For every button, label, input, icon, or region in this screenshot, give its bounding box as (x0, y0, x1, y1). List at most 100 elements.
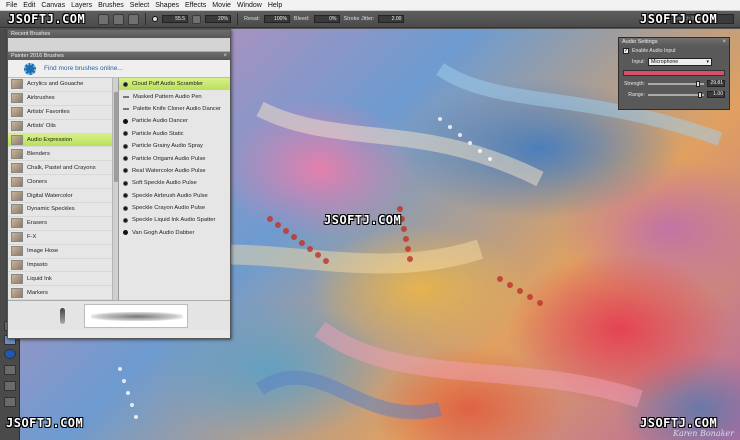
stroke-mode-icon[interactable] (128, 13, 139, 25)
variant-item[interactable]: Masked Pattern Audio Pen (119, 90, 230, 102)
category-item[interactable]: Dynamic Speckles (8, 203, 118, 217)
variant-item[interactable]: Palette Knife Cloner Audio Dancer (119, 103, 230, 115)
variant-item[interactable]: Speckle Liquid Ink Audio Spatter (119, 214, 230, 226)
variant-item[interactable]: Particle Grainy Audio Spray (119, 140, 230, 152)
variant-label: Particle Audio Dancer (132, 118, 188, 125)
menu-movie[interactable]: Movie (212, 2, 231, 9)
strength-slider[interactable] (648, 80, 704, 87)
category-item[interactable]: Cloners (8, 175, 118, 190)
brush-dab-icon (123, 230, 128, 236)
strength-slider-knob[interactable] (695, 80, 700, 87)
category-thumbnail-icon (11, 162, 23, 173)
close-icon[interactable]: × (722, 38, 726, 46)
menu-shapes[interactable]: Shapes (155, 2, 179, 9)
audio-level-meter (623, 70, 725, 76)
toolbar-divider (237, 13, 238, 25)
opacity-icon[interactable] (192, 14, 201, 24)
variant-item[interactable]: Speckle Airbrush Audio Pulse (119, 190, 230, 202)
variant-label: Soft Speckle Audio Pulse (132, 180, 197, 187)
brush-library-panel: Recent Brushes Painter 2016 Brushes × Fi… (7, 29, 231, 339)
brush-lists: Acrylics and Gouache Airbrushes Artists'… (8, 78, 230, 301)
category-item[interactable]: Digital Watercolor (8, 189, 118, 204)
variant-item[interactable]: Particle Audio Static (119, 128, 230, 140)
recent-brushes-label: Recent Brushes (11, 31, 51, 37)
main-color-icon[interactable] (4, 349, 16, 359)
menu-file[interactable]: File (6, 2, 17, 9)
range-slider-knob[interactable] (698, 91, 703, 98)
range-value[interactable]: 1.00 (707, 91, 725, 98)
bleed-label: Bleed: (293, 16, 310, 22)
close-icon[interactable]: × (223, 52, 227, 60)
category-item[interactable]: Chalk, Pastel and Crayons (8, 161, 118, 176)
watermark: JSOFTJ.COM (640, 12, 718, 26)
category-item[interactable]: Artists' Favorites (8, 106, 118, 120)
category-item[interactable]: Acrylics and Gouache (8, 78, 118, 92)
input-label: Input: (632, 59, 645, 65)
brush-dab-icon (123, 217, 128, 223)
brush-dab-icon (123, 156, 128, 162)
variant-item[interactable]: Speckle Crayon Audio Pulse (119, 202, 230, 214)
menu-canvas[interactable]: Canvas (41, 2, 65, 9)
stroke-jitter-field[interactable]: 2.00 (378, 15, 405, 23)
size-dot-icon (152, 16, 158, 22)
category-label: Liquid Ink (27, 275, 52, 282)
category-item[interactable]: Erasers (8, 217, 118, 231)
category-label: Chalk, Pastel and Crayons (27, 164, 96, 171)
menu-brushes[interactable]: Brushes (98, 2, 124, 9)
category-label: Artists' Oils (27, 123, 56, 130)
brush-dab-icon (123, 118, 128, 124)
bleed-field[interactable]: 0% (313, 15, 340, 23)
category-thumbnail-icon (11, 287, 23, 298)
gear-icon (24, 62, 36, 75)
variant-item[interactable]: Van Gogh Audio Dabber (119, 227, 230, 239)
find-more-brushes-link[interactable]: Find more brushes online... (44, 65, 123, 72)
variant-item[interactable]: Particle Audio Dancer (119, 115, 230, 127)
variant-label: Particle Audio Static (132, 130, 184, 137)
category-scrollbar[interactable] (112, 78, 118, 300)
category-item[interactable]: Liquid Ink (8, 272, 118, 287)
range-slider[interactable] (648, 91, 704, 98)
category-item[interactable]: Markers (8, 286, 118, 301)
category-item-selected[interactable]: Audio Expression (8, 133, 118, 148)
enable-audio-checkbox[interactable]: ✓ (623, 48, 629, 54)
category-item[interactable]: Impasto (8, 259, 118, 273)
brush-dab-icon (123, 205, 128, 211)
opacity-field[interactable]: 20% (205, 15, 231, 23)
strength-value[interactable]: 29.81 (707, 80, 725, 87)
category-thumbnail-icon (11, 79, 23, 90)
variant-label: Van Gogh Audio Dabber (132, 229, 195, 236)
category-thumbnail-icon (11, 107, 23, 118)
resat-field[interactable]: 100% (263, 15, 290, 23)
category-item[interactable]: F-X (8, 231, 118, 245)
artist-signature: Karen Bonaker (672, 429, 734, 438)
input-select[interactable]: Microphone (648, 58, 712, 66)
menu-help[interactable]: Help (268, 2, 282, 9)
menu-edit[interactable]: Edit (23, 2, 35, 9)
category-label: Cloners (27, 178, 47, 185)
menu-window[interactable]: Window (237, 2, 262, 9)
menu-select[interactable]: Select (130, 2, 149, 9)
stroke-type-icon[interactable] (113, 13, 124, 25)
menu-effects[interactable]: Effects (185, 2, 206, 9)
variant-item[interactable]: Particle Origami Audio Pulse (119, 152, 230, 164)
brush-tool-icon[interactable] (98, 13, 109, 25)
menu-bar: File Edit Canvas Layers Brushes Select S… (0, 0, 740, 11)
category-thumbnail-icon (11, 232, 23, 243)
toolbar-divider (145, 13, 146, 25)
variant-item-selected[interactable]: Cloud Puff Audio Scrambler (119, 78, 230, 91)
scroll-thumb[interactable] (114, 92, 118, 182)
category-label: F-X (27, 234, 37, 241)
tool-button[interactable] (4, 381, 16, 391)
tool-button[interactable] (4, 397, 16, 407)
category-item[interactable]: Artists' Oils (8, 120, 118, 134)
tool-button[interactable] (4, 365, 16, 375)
category-label: Digital Watercolor (27, 192, 73, 199)
size-field[interactable]: 55.5 (162, 15, 188, 23)
category-item[interactable]: Image Hose (8, 245, 118, 259)
category-item[interactable]: Airbrushes (8, 92, 118, 106)
brush-dab-icon (123, 131, 128, 137)
variant-item[interactable]: Real Watercolor Audio Pulse (119, 165, 230, 177)
variant-item[interactable]: Soft Speckle Audio Pulse (119, 177, 230, 189)
menu-layers[interactable]: Layers (71, 2, 92, 9)
category-item[interactable]: Blenders (8, 147, 118, 162)
